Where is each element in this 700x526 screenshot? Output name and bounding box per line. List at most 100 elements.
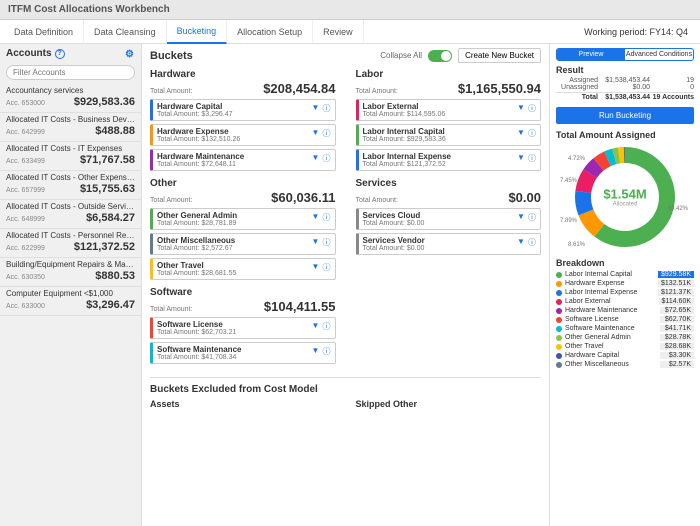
bucket-item[interactable]: Other General Admin ▼ ⓘ Total Amount: $2… xyxy=(150,208,336,230)
breakdown-title: Breakdown xyxy=(556,258,694,268)
bucket-item[interactable]: Other Miscellaneous ▼ ⓘ Total Amount: $2… xyxy=(150,233,336,255)
account-item[interactable]: Allocated IT Costs - IT Expenses Acc. 63… xyxy=(0,142,141,171)
run-bucketing-button[interactable]: Run Bucketing xyxy=(556,107,694,124)
account-item[interactable]: Allocated IT Costs - Other Expenses Acc.… xyxy=(0,171,141,200)
breakdown-row[interactable]: Software License $62.70K xyxy=(556,315,694,324)
bucket-total: Total Amount: $0.00 xyxy=(363,220,537,227)
breakdown-value: $28.68K xyxy=(660,343,694,350)
bucket-item[interactable]: Labor Internal Capital ▼ ⓘ Total Amount:… xyxy=(356,124,542,146)
bucket-total: Total Amount: $114,595.06 xyxy=(363,111,537,118)
info-icon[interactable]: ⓘ xyxy=(323,128,331,136)
help-icon[interactable]: ? xyxy=(55,49,65,59)
bucket-item[interactable]: Software Maintenance ▼ ⓘ Total Amount: $… xyxy=(150,342,336,364)
info-icon[interactable]: ⓘ xyxy=(323,237,331,245)
filter-icon[interactable]: ▼ xyxy=(312,237,320,245)
breakdown-value: $3.30K xyxy=(660,352,694,359)
account-id: Acc. 633499 xyxy=(6,158,45,165)
filter-icon[interactable]: ▼ xyxy=(517,103,525,111)
breakdown-row[interactable]: Labor Internal Expense $121.37K xyxy=(556,288,694,297)
breakdown-row[interactable]: Other General Admin $28.78K xyxy=(556,333,694,342)
breakdown-label: Other General Admin xyxy=(565,334,631,341)
account-item[interactable]: Allocated IT Costs - Personnel Relat... … xyxy=(0,229,141,258)
info-icon[interactable]: ⓘ xyxy=(323,153,331,161)
breakdown-row[interactable]: Hardware Capital $3.30K xyxy=(556,351,694,360)
excluded-bucket[interactable]: Skipped Other xyxy=(356,399,542,409)
info-icon[interactable]: ⓘ xyxy=(528,128,536,136)
color-dot xyxy=(556,335,562,341)
info-icon[interactable]: ⓘ xyxy=(528,103,536,111)
bucket-item[interactable]: Hardware Capital ▼ ⓘ Total Amount: $3,29… xyxy=(150,99,336,121)
collapse-toggle[interactable] xyxy=(428,50,452,62)
bucket-name: Other Miscellaneous xyxy=(157,236,235,245)
filter-icon[interactable]: ▼ xyxy=(312,153,320,161)
breakdown-row[interactable]: Software Maintenance $41.71K xyxy=(556,324,694,333)
bucket-item[interactable]: Labor Internal Expense ▼ ⓘ Total Amount:… xyxy=(356,149,542,171)
account-item[interactable]: Computer Equipment <$1,000 Acc. 633000 $… xyxy=(0,287,141,316)
color-dot xyxy=(556,290,562,296)
filter-icon[interactable]: ▼ xyxy=(312,321,320,329)
account-id: Acc. 622999 xyxy=(6,245,45,252)
breakdown-row[interactable]: Hardware Maintenance $72.65K xyxy=(556,306,694,315)
pct-label: 7.89% xyxy=(560,218,577,224)
filter-icon[interactable]: ▼ xyxy=(517,153,525,161)
info-icon[interactable]: ⓘ xyxy=(323,262,331,270)
account-amount: $488.88 xyxy=(95,125,135,137)
bucket-item[interactable]: Hardware Expense ▼ ⓘ Total Amount: $132,… xyxy=(150,124,336,146)
breakdown-row[interactable]: Other Travel $28.68K xyxy=(556,342,694,351)
pct-label: 8.61% xyxy=(568,242,585,248)
bucket-item[interactable]: Software License ▼ ⓘ Total Amount: $62,7… xyxy=(150,317,336,339)
filter-icon[interactable]: ▼ xyxy=(312,103,320,111)
filter-icon[interactable]: ▼ xyxy=(517,128,525,136)
breakdown-value: $28.78K xyxy=(660,334,694,341)
breakdown-row[interactable]: Labor Internal Capital $929.58K xyxy=(556,270,694,279)
info-icon[interactable]: ⓘ xyxy=(323,346,331,354)
account-amount: $6,584.27 xyxy=(86,212,135,224)
breakdown-row[interactable]: Labor External $114.60K xyxy=(556,297,694,306)
segmented-control: Preview Advanced Conditions xyxy=(556,48,694,61)
filter-icon[interactable]: ▼ xyxy=(312,212,320,220)
result-title: Result xyxy=(556,65,694,75)
account-item[interactable]: Allocated IT Costs - Business Devel... A… xyxy=(0,113,141,142)
color-dot xyxy=(556,299,562,305)
info-icon[interactable]: ⓘ xyxy=(528,212,536,220)
breakdown-label: Hardware Expense xyxy=(565,280,625,287)
seg-preview[interactable]: Preview xyxy=(557,49,625,60)
account-item[interactable]: Building/Equipment Repairs & Maint... Ac… xyxy=(0,258,141,287)
bucket-item[interactable]: Services Vendor ▼ ⓘ Total Amount: $0.00 xyxy=(356,233,542,255)
account-item[interactable]: Allocated IT Costs - Outside Servic... A… xyxy=(0,200,141,229)
total-label: Total Amount: xyxy=(356,88,398,95)
breakdown-label: Hardware Capital xyxy=(565,352,619,359)
tab-bucketing[interactable]: Bucketing xyxy=(167,20,228,44)
breakdown-row[interactable]: Other Miscellaneous $2.57K xyxy=(556,360,694,369)
tab-allocation-setup[interactable]: Allocation Setup xyxy=(227,20,313,44)
category-title: Other xyxy=(150,178,336,189)
info-icon[interactable]: ⓘ xyxy=(323,321,331,329)
bucket-item[interactable]: Other Travel ▼ ⓘ Total Amount: $28,681.5… xyxy=(150,258,336,280)
bucket-item[interactable]: Services Cloud ▼ ⓘ Total Amount: $0.00 xyxy=(356,208,542,230)
gear-icon[interactable]: ⚙ xyxy=(125,49,135,59)
filter-icon[interactable]: ▼ xyxy=(312,346,320,354)
seg-advanced[interactable]: Advanced Conditions xyxy=(625,49,693,60)
info-icon[interactable]: ⓘ xyxy=(323,103,331,111)
info-icon[interactable]: ⓘ xyxy=(528,237,536,245)
breakdown-value: $41.71K xyxy=(660,325,694,332)
filter-icon[interactable]: ▼ xyxy=(312,262,320,270)
bucket-total: Total Amount: $132,510.26 xyxy=(157,136,331,143)
tab-data-cleansing[interactable]: Data Cleansing xyxy=(84,20,167,44)
info-icon[interactable]: ⓘ xyxy=(528,153,536,161)
filter-icon[interactable]: ▼ xyxy=(312,128,320,136)
buckets-panel: Buckets Collapse All Create New Bucket H… xyxy=(142,44,550,526)
info-icon[interactable]: ⓘ xyxy=(323,212,331,220)
bucket-item[interactable]: Hardware Maintenance ▼ ⓘ Total Amount: $… xyxy=(150,149,336,171)
bucket-item[interactable]: Labor External ▼ ⓘ Total Amount: $114,59… xyxy=(356,99,542,121)
filter-icon[interactable]: ▼ xyxy=(517,212,525,220)
tab-review[interactable]: Review xyxy=(313,20,364,44)
excluded-bucket[interactable]: Assets xyxy=(150,399,336,409)
create-bucket-button[interactable]: Create New Bucket xyxy=(458,48,541,63)
breakdown-label: Software Maintenance xyxy=(565,325,635,332)
breakdown-row[interactable]: Hardware Expense $132.51K xyxy=(556,279,694,288)
filter-icon[interactable]: ▼ xyxy=(517,237,525,245)
account-item[interactable]: Accountancy services Acc. 653000 $929,58… xyxy=(0,84,141,113)
search-input[interactable] xyxy=(6,65,135,80)
tab-data-definition[interactable]: Data Definition xyxy=(4,20,84,44)
